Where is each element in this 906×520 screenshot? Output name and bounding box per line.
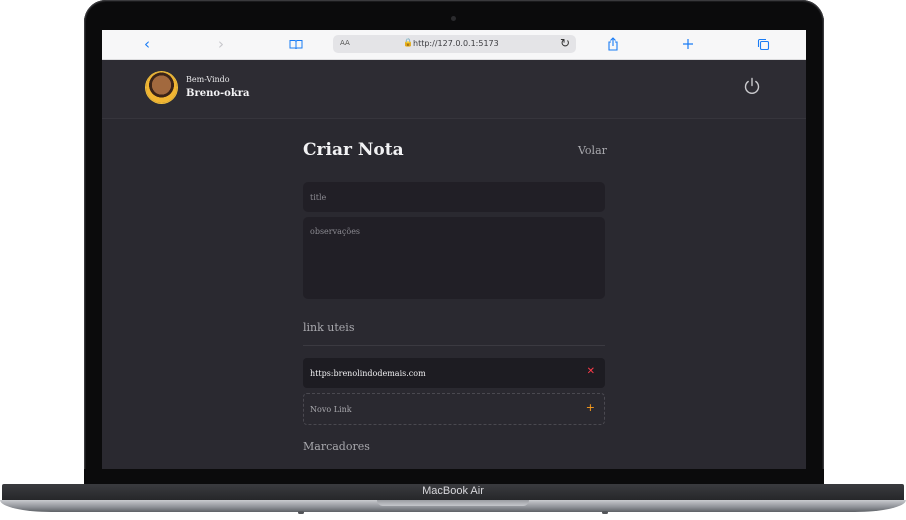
link-url[interactable]: https:brenolindodemais.com [310, 369, 426, 378]
power-icon[interactable] [742, 76, 762, 96]
foot [298, 511, 304, 514]
url-text[interactable]: http://127.0.0.1:5173 [413, 39, 499, 48]
browser-toolbar: ‹ › AA 🔒 http://127.0.0.1:5173 ↻ [102, 30, 806, 60]
links-heading: link uteis [303, 321, 355, 334]
tags-heading: Marcadores [303, 440, 370, 453]
tabs-icon[interactable] [755, 34, 771, 54]
book-icon[interactable] [288, 34, 304, 54]
title-input[interactable]: title [303, 182, 605, 212]
back-link[interactable]: Volar [578, 144, 607, 157]
new-tab-icon[interactable] [680, 34, 696, 54]
avatar[interactable] [146, 72, 177, 103]
device-label: MacBook Air [422, 485, 484, 497]
divider [303, 345, 605, 346]
back-icon[interactable]: ‹ [140, 34, 154, 54]
reload-icon[interactable]: ↻ [560, 36, 570, 50]
address-bar[interactable]: AA 🔒 http://127.0.0.1:5173 ↻ [333, 35, 576, 53]
app-header: Bem-Vindo Breno-okra [102, 60, 806, 119]
close-icon[interactable]: ✕ [587, 366, 595, 377]
share-icon[interactable] [605, 34, 621, 54]
camera-icon [451, 16, 456, 21]
new-link-input[interactable]: Novo Link + [303, 393, 605, 425]
plus-icon[interactable]: + [586, 401, 595, 414]
page-title: Criar Nota [303, 140, 404, 160]
hinge-notch [377, 500, 529, 506]
title-placeholder: title [310, 193, 327, 202]
notes-textarea[interactable]: observações [303, 217, 605, 299]
foot [602, 511, 608, 514]
lock-icon: 🔒 [403, 38, 413, 47]
link-item: https:brenolindodemais.com ✕ [303, 358, 605, 388]
welcome-label: Bem-Vindo [186, 75, 230, 84]
laptop-base: MacBook Air [0, 484, 906, 520]
username: Breno-okra [186, 88, 250, 99]
forward-icon[interactable]: › [214, 34, 228, 54]
notes-placeholder: observações [310, 227, 361, 236]
text-size-button[interactable]: AA [340, 39, 350, 47]
new-link-placeholder: Novo Link [310, 405, 352, 414]
screen: ‹ › AA 🔒 http://127.0.0.1:5173 ↻ Bem-Vin… [102, 30, 806, 469]
